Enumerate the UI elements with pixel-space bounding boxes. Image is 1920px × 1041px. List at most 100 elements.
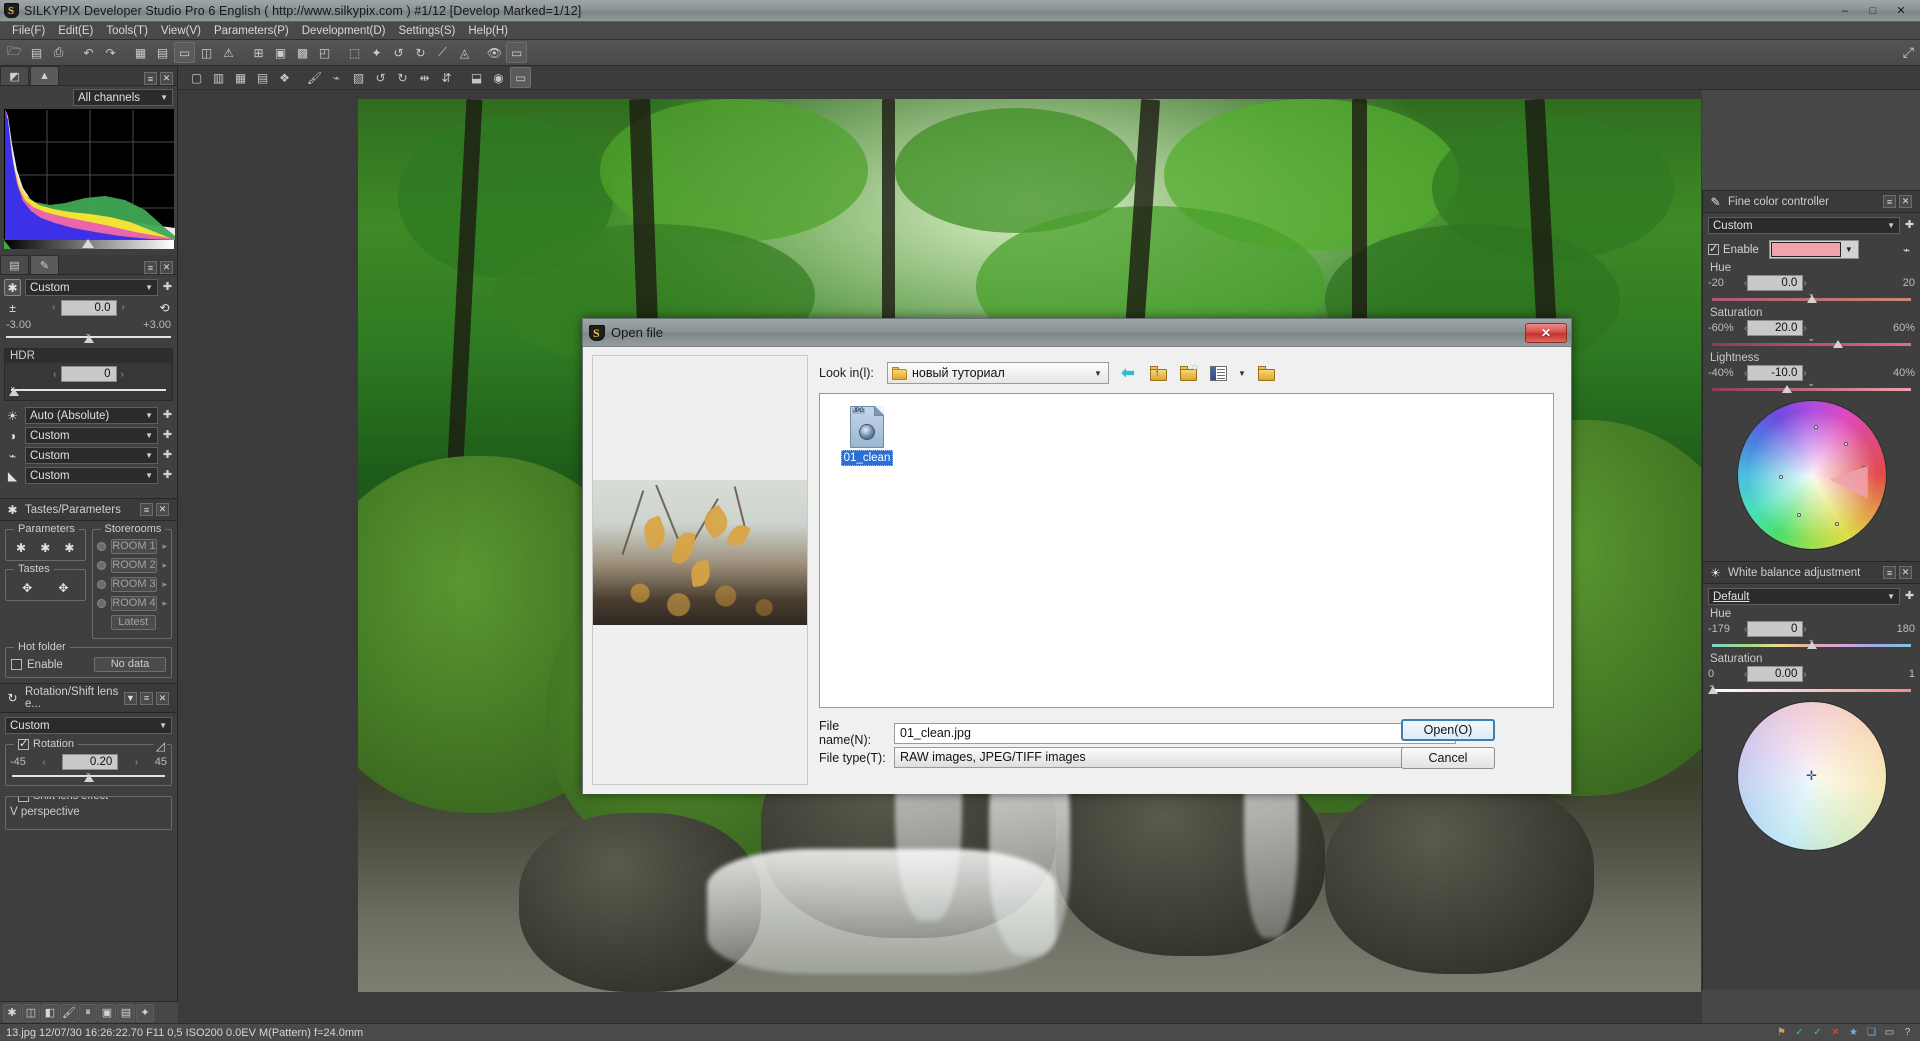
thumbnail-tab[interactable]: ◩ [0,66,29,85]
palette-icon[interactable]: ◬ [454,42,475,63]
room3-radio[interactable] [96,580,106,589]
menu-parameters[interactable]: Parameters(P) [208,23,295,39]
reset-rotation-icon[interactable]: ↻ [4,690,21,707]
star-tool-icon[interactable]: ✦ [136,1003,154,1022]
hot-folder-enable-checkbox[interactable] [11,659,22,670]
new-folder-icon[interactable]: ✦ [1177,363,1199,384]
x-icon[interactable]: ✕ [1829,1026,1842,1039]
compare-icon[interactable]: ◰ [314,42,335,63]
tastes-panel-menu-icon[interactable]: ≡ [140,503,153,516]
exposure-decrement-button[interactable]: ‹ [52,302,55,313]
check2-icon[interactable]: ✓ [1811,1026,1824,1039]
thumbnail-grid-icon[interactable]: ▢ [186,67,207,88]
file-list[interactable]: JPG 01_clean [819,393,1554,708]
expand-arrows-icon[interactable]: ⤢ [1903,44,1914,61]
redo-icon[interactable]: ↷ [100,42,121,63]
panel-close-icon[interactable]: ✕ [160,72,173,85]
comment-tab[interactable]: ▤ [0,255,29,274]
fine-color-close-icon[interactable]: ✕ [1899,195,1912,208]
rotation-enable-checkbox[interactable] [18,737,29,750]
rotation-preset-select[interactable]: Custom ▼ [5,717,172,734]
fine-color-saturation-increment[interactable]: › [1803,323,1806,334]
star-icon[interactable]: ★ [1847,1026,1860,1039]
dropdown-icon[interactable]: ▼ [124,691,137,705]
file-name-input[interactable]: 01_clean.jpg [894,722,1456,744]
save-icon[interactable]: ▤ [26,42,47,63]
levels-icon[interactable]: ◫ [22,1003,40,1022]
hdr-slider[interactable]: ⌄ [9,381,168,397]
crop-tool-icon[interactable]: ⬓ [466,67,487,88]
noise-reduction-add-icon[interactable]: ✚ [162,470,173,481]
flip-h-icon[interactable]: ⇹ [414,67,435,88]
pause-icon[interactable]: ⏸ [79,1003,97,1022]
hdr-decrement-button[interactable]: ‹ [53,369,56,380]
fine-color-preset-select[interactable]: Custom ▼ [1708,217,1900,234]
thumbnail-view-icon[interactable]: ▦ [130,42,151,63]
tastes-panel-close-icon[interactable]: ✕ [156,503,169,516]
panel-menu-icon[interactable]: ≡ [144,72,157,85]
fine-color-wheel[interactable] [1736,400,1887,550]
taste-edit-icon[interactable]: ✥ [55,579,72,596]
exposure-slider[interactable]: ⌄ [4,328,173,344]
wb-hue-increment[interactable]: › [1803,624,1806,635]
cancel-button[interactable]: Cancel [1401,747,1495,769]
rotate-left-icon[interactable]: ↺ [388,42,409,63]
white-balance-preset-select[interactable]: Default ▼ [1708,588,1900,605]
check-icon[interactable]: ✓ [1793,1026,1806,1039]
exposure-panel-menu-icon[interactable]: ≡ [144,261,157,274]
open-folder-icon[interactable]: 🗁 [4,42,25,63]
rotation-increment-button[interactable]: › [135,757,138,768]
gear-tool-icon[interactable]: ✱ [3,1003,21,1022]
taste-add-icon[interactable]: ✥ [19,579,36,596]
menu-settings[interactable]: Settings(S) [392,23,461,39]
menu-tools[interactable]: Tools(T) [100,23,154,39]
white-balance-add-icon[interactable]: ✚ [1904,591,1915,602]
fine-color-enable-checkbox[interactable] [1708,242,1719,255]
rotation-slider[interactable]: ⌄ [10,767,167,783]
dialog-close-button[interactable]: ✕ [1525,322,1567,343]
fine-color-saturation-value[interactable]: 20.0 [1747,320,1804,336]
noise-reduction-select[interactable]: Custom ▼ [25,467,158,484]
exposure-tab[interactable]: ✎ [30,255,59,274]
list-item[interactable]: JPG 01_clean [836,406,898,466]
tag-icon[interactable]: ❖ [274,67,295,88]
room3-button[interactable]: ROOM 3 [110,577,158,592]
fine-color-lightness-increment[interactable]: › [1803,368,1806,379]
room1-radio[interactable] [96,542,106,551]
menu-view[interactable]: View(V) [155,23,207,39]
layout-icon[interactable]: ▣ [270,42,291,63]
grid-icon[interactable]: ⊞ [248,42,269,63]
histogram-tab[interactable]: ▲ [30,66,59,85]
rotate-right-icon[interactable]: ↻ [410,42,431,63]
maximize-button[interactable]: □ [1860,2,1886,19]
wb-hue-value[interactable]: 0 [1747,621,1804,637]
sharpness-add-icon[interactable]: ✚ [162,450,173,461]
exposure-panel-close-icon[interactable]: ✕ [160,261,173,274]
open-button[interactable]: Open(O) [1401,719,1495,741]
single-view-icon[interactable]: ▭ [174,42,195,63]
close-button[interactable]: ✕ [1888,2,1914,19]
rotation-panel-close-icon[interactable]: ✕ [156,691,169,705]
menu-help[interactable]: Help(H) [462,23,514,39]
eye-icon[interactable]: 👁 [484,42,505,63]
copy-icon[interactable]: ❏ [1865,1026,1878,1039]
white-balance-select[interactable]: Auto (Absolute) ▼ [25,407,158,424]
exposure-increment-button[interactable]: › [122,302,125,313]
warning-icon[interactable]: ⚠ [218,42,239,63]
list-view-icon[interactable]: ▥ [208,67,229,88]
plus-icon[interactable]: ✚ [162,282,173,293]
minimize-button[interactable]: – [1832,2,1858,19]
filmstrip-icon[interactable]: ▤ [252,67,273,88]
gear-icon[interactable]: ✱ [4,279,21,296]
up-folder-icon[interactable]: ↑ [1147,363,1169,384]
menu-edit[interactable]: Edit(E) [52,23,99,39]
rotation-panel-menu-icon[interactable]: ≡ [140,691,153,705]
wb-hue-slider[interactable]: ⌄ [1708,634,1915,650]
flag-icon[interactable]: ⚑ [1775,1026,1788,1039]
preview-icon[interactable]: ▩ [292,42,313,63]
shift-lens-enable-checkbox[interactable] [18,797,29,802]
param-reset-icon[interactable]: ✱ [61,539,78,556]
exposure-reset-icon[interactable]: ⟲ [156,299,173,316]
wb-saturation-value[interactable]: 0.00 [1747,666,1804,682]
white-balance-add-icon[interactable]: ✚ [162,410,173,421]
